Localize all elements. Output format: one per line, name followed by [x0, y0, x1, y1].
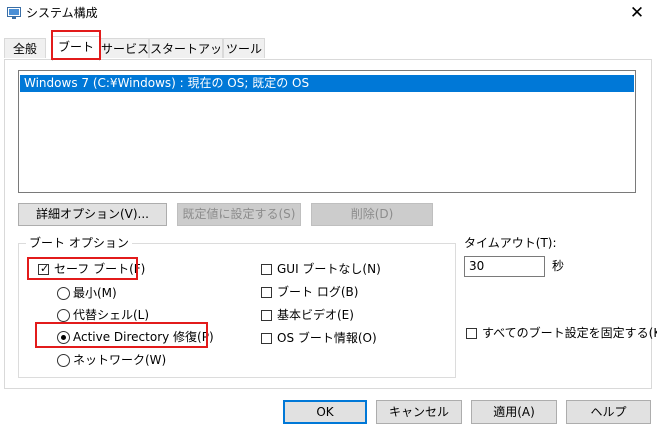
no-gui-boot-label: GUI ブートなし(N): [277, 262, 381, 276]
tab-tools[interactable]: ツール: [223, 38, 265, 58]
help-button[interactable]: ヘルプ: [566, 400, 651, 424]
checkbox-box[interactable]: ✓: [38, 262, 50, 275]
os-boot-info-label: OS ブート情報(O): [277, 331, 377, 345]
os-list-item[interactable]: Windows 7 (C:¥Windows) : 現在の OS; 既定の OS: [20, 75, 634, 92]
base-video-label: 基本ビデオ(E): [277, 308, 354, 322]
tab-services[interactable]: サービス: [100, 38, 149, 58]
system-configuration-icon: [7, 7, 21, 19]
close-button[interactable]: ✕: [617, 0, 657, 28]
base-video-checkbox[interactable]: [261, 310, 272, 321]
cancel-button[interactable]: キャンセル: [376, 400, 462, 424]
radio-alternate-shell-label: 代替シェル(L): [73, 308, 150, 322]
radio-minimal[interactable]: [57, 287, 70, 300]
radio-network[interactable]: [57, 354, 70, 367]
boot-log-checkbox[interactable]: [261, 287, 272, 298]
timeout-input[interactable]: 30: [464, 256, 545, 277]
apply-button[interactable]: 適用(A): [471, 400, 557, 424]
boot-log-label: ブート ログ(B): [277, 285, 359, 299]
radio-active-directory-repair[interactable]: [57, 331, 70, 344]
tab-startup[interactable]: スタートアップ: [149, 38, 234, 58]
ok-button[interactable]: OK: [283, 400, 367, 424]
timeout-label: タイムアウト(T):: [464, 236, 557, 250]
tab-general[interactable]: 全般: [4, 38, 46, 58]
radio-active-directory-repair-label: Active Directory 修復(P): [73, 330, 214, 344]
title-bar: システム構成 ✕: [0, 0, 657, 28]
radio-selected-dot: [61, 335, 66, 340]
delete-button[interactable]: 削除(D): [311, 203, 433, 226]
radio-network-label: ネットワーク(W): [73, 353, 167, 367]
advanced-options-button[interactable]: 詳細オプション(V)...: [18, 203, 167, 226]
safe-boot-label: セーフ ブート(F): [54, 262, 146, 276]
make-permanent-checkbox[interactable]: [466, 328, 477, 339]
radio-minimal-label: 最小(M): [73, 286, 117, 300]
check-mark-icon: ✓: [40, 262, 50, 275]
radio-alternate-shell[interactable]: [57, 309, 70, 322]
os-list[interactable]: Windows 7 (C:¥Windows) : 現在の OS; 既定の OS: [18, 70, 636, 193]
timeout-unit: 秒: [552, 259, 565, 273]
tab-boot[interactable]: ブート: [52, 36, 100, 61]
make-permanent-label: すべてのブート設定を固定する(K): [482, 326, 657, 340]
set-default-button[interactable]: 既定値に設定する(S): [177, 203, 301, 226]
boot-options-title: ブート オプション: [26, 235, 132, 251]
no-gui-boot-checkbox[interactable]: [261, 264, 272, 275]
os-boot-info-checkbox[interactable]: [261, 333, 272, 344]
window-title: システム構成: [26, 6, 98, 20]
